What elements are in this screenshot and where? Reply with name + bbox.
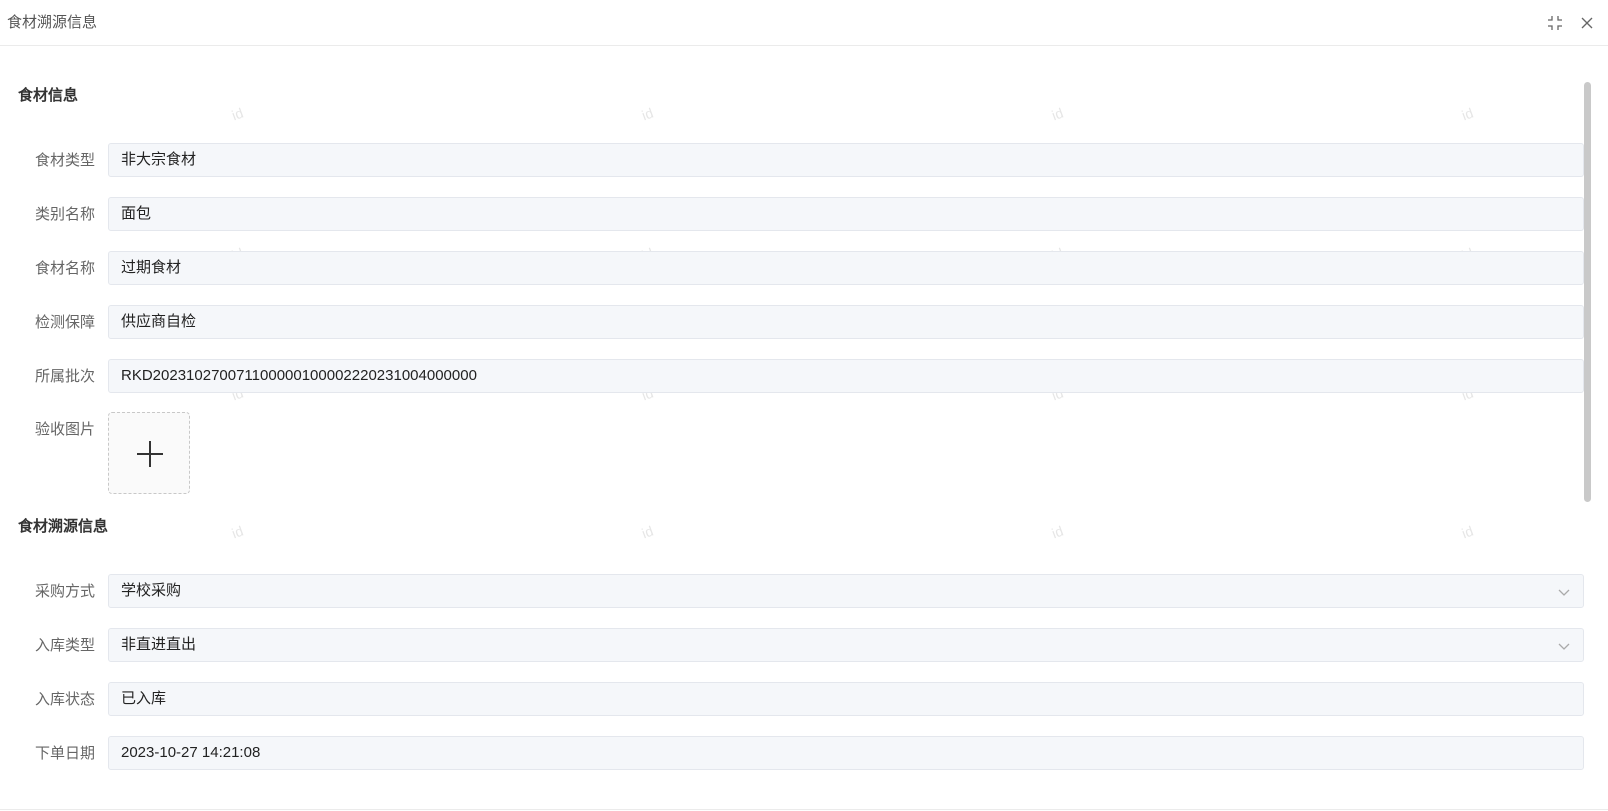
chevron-down-icon (1558, 589, 1570, 596)
field-label: 入库状态 (34, 691, 95, 708)
watermark: id (229, 104, 246, 124)
storage-status-field[interactable]: 已入库 (108, 682, 1584, 716)
field-label: 检测保障 (34, 314, 95, 331)
watermark: id (229, 522, 246, 542)
watermark: id (1049, 522, 1066, 542)
field-label: 所属批次 (34, 368, 95, 385)
dialog-footer-divider (0, 809, 1608, 810)
order-date-field[interactable]: 2023-10-27 14:21:08 (108, 736, 1584, 770)
form-row-purchase-method: 采购方式 学校采购 (0, 574, 1590, 610)
batch-field[interactable]: RKD2023102700711000001000022202310040000… (108, 359, 1584, 393)
form-row-acceptance-image: 验收图片 (0, 412, 1590, 496)
field-label: 食材名称 (34, 260, 95, 277)
section-title-trace-info: 食材溯源信息 (18, 518, 109, 535)
form-row-storage-type: 入库类型 非直进直出 (0, 628, 1590, 664)
close-icon[interactable] (1578, 14, 1596, 32)
section-title-food-info: 食材信息 (18, 87, 79, 104)
form-row-storage-status: 入库状态 已入库 (0, 682, 1590, 718)
form-row-food-name: 食材名称 过期食材 (0, 251, 1590, 287)
form-row-food-type: 食材类型 非大宗食材 (0, 143, 1590, 179)
chevron-down-icon (1558, 643, 1570, 650)
field-label: 下单日期 (34, 745, 95, 762)
watermark: id (639, 104, 656, 124)
select-value: 非直进直出 (121, 636, 197, 653)
field-label: 食材类型 (34, 152, 95, 169)
food-name-field[interactable]: 过期食材 (108, 251, 1584, 285)
watermark: id (1459, 522, 1476, 542)
watermark: id (1459, 104, 1476, 124)
inspection-field[interactable]: 供应商自检 (108, 305, 1584, 339)
form-row-batch: 所属批次 RKD20231027007110000010000222023100… (0, 359, 1590, 395)
category-name-field[interactable]: 面包 (108, 197, 1584, 231)
storage-type-select[interactable]: 非直进直出 (108, 628, 1584, 662)
scrollbar-thumb[interactable] (1584, 82, 1591, 502)
dialog-header: 食材溯源信息 (0, 0, 1608, 46)
watermark: id (639, 522, 656, 542)
trace-dialog: 食材溯源信息 id id id id id id id id id id id … (0, 0, 1608, 811)
dialog-title: 食材溯源信息 (7, 14, 98, 31)
watermark: id (1049, 104, 1066, 124)
form-row-inspection: 检测保障 供应商自检 (0, 305, 1590, 341)
food-type-field[interactable]: 非大宗食材 (108, 143, 1584, 177)
collapse-icon[interactable] (1546, 14, 1564, 32)
purchase-method-select[interactable]: 学校采购 (108, 574, 1584, 608)
form-row-order-date: 下单日期 2023-10-27 14:21:08 (0, 736, 1590, 772)
plus-icon (137, 441, 163, 467)
form-row-category-name: 类别名称 面包 (0, 197, 1590, 233)
dialog-body[interactable]: id id id id id id id id id id id id id i… (0, 46, 1608, 776)
select-value: 学校采购 (121, 582, 182, 599)
field-label: 采购方式 (34, 583, 95, 600)
field-label: 入库类型 (34, 637, 95, 654)
field-label: 类别名称 (34, 206, 95, 223)
field-label: 验收图片 (34, 421, 95, 438)
image-upload-button[interactable] (108, 412, 190, 494)
